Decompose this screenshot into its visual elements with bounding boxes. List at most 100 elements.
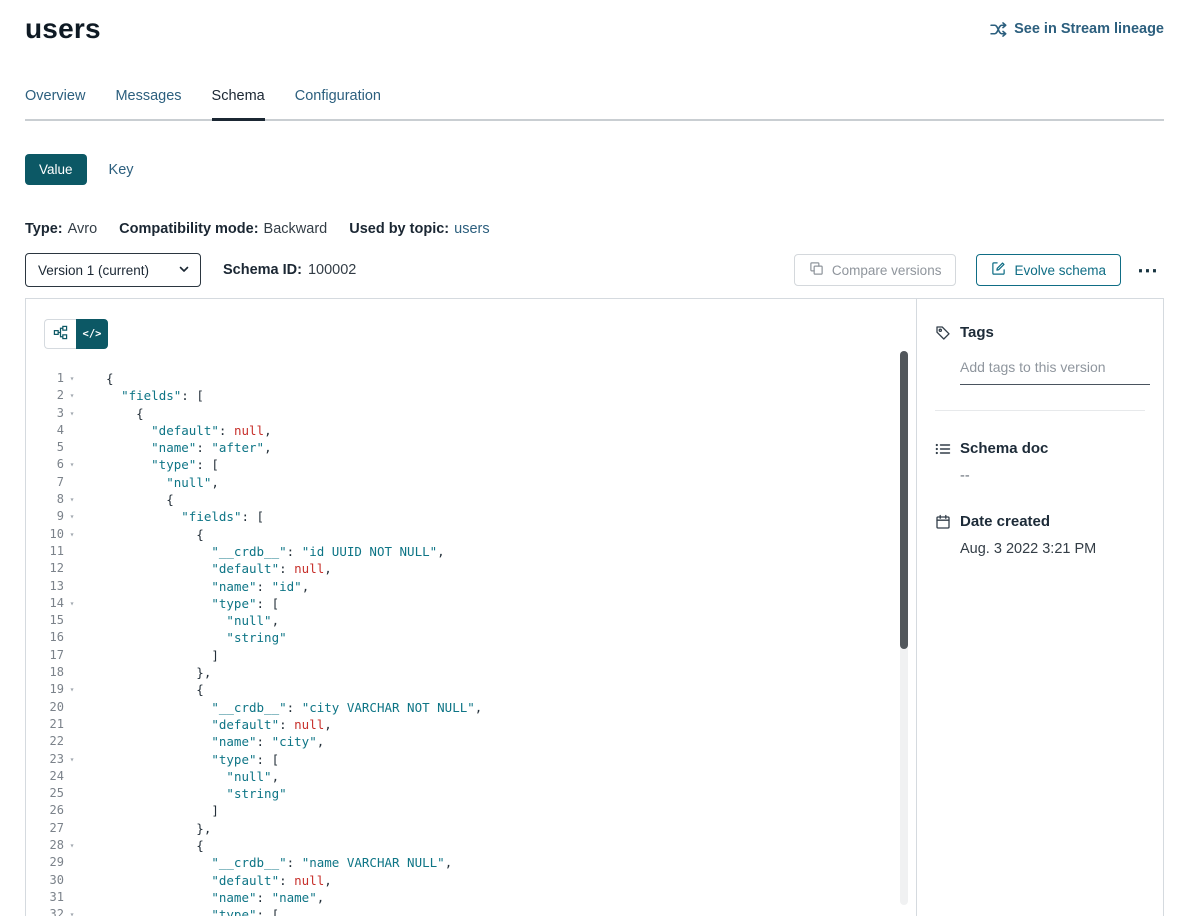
line-number: 2	[26, 387, 64, 404]
date-created-title: Date created	[960, 513, 1050, 530]
evolve-schema-button[interactable]: Evolve schema	[976, 254, 1121, 286]
code-text: "fields": [	[106, 387, 204, 404]
code-view-button[interactable]: </>	[76, 319, 108, 349]
fold-toggle-icon[interactable]: ▾	[64, 906, 80, 916]
line-number: 29	[26, 854, 64, 871]
code-line: 5 "name": "after",	[26, 439, 916, 456]
version-select-value: Version 1 (current)	[38, 263, 149, 278]
schema-doc-section: Schema doc --	[935, 440, 1145, 484]
used-by-topic-label: Used by topic:	[349, 221, 449, 237]
code-line: 30 "default": null,	[26, 872, 916, 889]
code-line: 20 "__crdb__": "city VARCHAR NOT NULL",	[26, 699, 916, 716]
line-number: 18	[26, 664, 64, 681]
fold-toggle-icon[interactable]: ▾	[64, 387, 80, 404]
code-line: 22 "name": "city",	[26, 733, 916, 750]
tag-icon	[935, 325, 951, 341]
code-line: 14▾ "type": [	[26, 595, 916, 612]
code-text: ]	[106, 802, 219, 819]
add-tags-input[interactable]	[960, 357, 1150, 385]
code-line: 16 "string"	[26, 629, 916, 646]
schema-doc-value: --	[960, 468, 1145, 484]
tags-heading: Tags	[935, 324, 1145, 341]
line-number: 5	[26, 439, 64, 456]
topic-link[interactable]: users	[454, 221, 489, 237]
fold-spacer	[64, 733, 80, 750]
fold-spacer	[64, 578, 80, 595]
tab-messages[interactable]: Messages	[115, 88, 181, 119]
line-number: 12	[26, 560, 64, 577]
line-number: 32	[26, 906, 64, 916]
date-created-section: Date created Aug. 3 2022 3:21 PM	[935, 513, 1145, 557]
schema-id-value: 100002	[308, 262, 356, 278]
line-number: 11	[26, 543, 64, 560]
code-text: "__crdb__": "name VARCHAR NULL",	[106, 854, 452, 871]
code-text: "type": [	[106, 906, 279, 916]
code-line: 18 },	[26, 664, 916, 681]
code-text: "default": null,	[106, 560, 332, 577]
fold-toggle-icon[interactable]: ▾	[64, 508, 80, 525]
fold-toggle-icon[interactable]: ▾	[64, 751, 80, 768]
schema-page: users See in Stream lineage Overview Mes…	[0, 0, 1189, 916]
code-lines: 1▾{2▾ "fields": [3▾ {4 "default": null,5…	[26, 370, 916, 916]
line-number: 31	[26, 889, 64, 906]
code-text: "string"	[106, 785, 287, 802]
code-line: 7 "null",	[26, 474, 916, 491]
editor-scrollbar[interactable]	[900, 351, 908, 905]
tab-schema[interactable]: Schema	[212, 88, 265, 119]
fold-spacer	[64, 474, 80, 491]
key-toggle-button[interactable]: Key	[109, 162, 134, 178]
fold-spacer	[64, 889, 80, 906]
schema-doc-title: Schema doc	[960, 440, 1048, 457]
fold-spacer	[64, 716, 80, 733]
code-line: 4 "default": null,	[26, 422, 916, 439]
type-label: Type:	[25, 221, 63, 237]
tab-bar: Overview Messages Schema Configuration	[25, 88, 1164, 121]
fold-spacer	[64, 647, 80, 664]
line-number: 25	[26, 785, 64, 802]
code-text: "name": "after",	[106, 439, 272, 456]
tree-view-button[interactable]	[44, 319, 76, 349]
list-lines-icon	[935, 441, 951, 457]
code-line: 12 "default": null,	[26, 560, 916, 577]
line-number: 6	[26, 456, 64, 473]
fold-toggle-icon[interactable]: ▾	[64, 405, 80, 422]
code-line: 15 "null",	[26, 612, 916, 629]
fold-toggle-icon[interactable]: ▾	[64, 681, 80, 698]
line-number: 20	[26, 699, 64, 716]
version-select[interactable]: Version 1 (current)	[25, 253, 201, 287]
code-text: {	[106, 370, 114, 387]
code-line: 10▾ {	[26, 526, 916, 543]
scrollbar-thumb[interactable]	[900, 351, 908, 649]
fold-toggle-icon[interactable]: ▾	[64, 526, 80, 543]
compare-versions-button[interactable]: Compare versions	[794, 254, 957, 286]
line-number: 8	[26, 491, 64, 508]
fold-spacer	[64, 699, 80, 716]
more-actions-button[interactable]: ⋯	[1131, 258, 1164, 283]
fold-toggle-icon[interactable]: ▾	[64, 595, 80, 612]
sidebar-divider	[935, 410, 1145, 411]
fold-spacer	[64, 612, 80, 629]
code-text: "fields": [	[106, 508, 264, 525]
code-text: "string"	[106, 629, 287, 646]
fold-toggle-icon[interactable]: ▾	[64, 491, 80, 508]
evolve-schema-label: Evolve schema	[1014, 263, 1106, 278]
code-line: 11 "__crdb__": "id UUID NOT NULL",	[26, 543, 916, 560]
code-view-icon: </>	[83, 328, 102, 340]
fold-toggle-icon[interactable]: ▾	[64, 837, 80, 854]
line-number: 3	[26, 405, 64, 422]
fold-toggle-icon[interactable]: ▾	[64, 370, 80, 387]
compatibility-label: Compatibility mode:	[119, 221, 258, 237]
fold-toggle-icon[interactable]: ▾	[64, 456, 80, 473]
value-toggle-button[interactable]: Value	[25, 154, 87, 185]
fold-spacer	[64, 802, 80, 819]
code-line: 29 "__crdb__": "name VARCHAR NULL",	[26, 854, 916, 871]
tab-configuration[interactable]: Configuration	[295, 88, 381, 119]
stream-lineage-link[interactable]: See in Stream lineage	[990, 21, 1164, 38]
code-line: 23▾ "type": [	[26, 751, 916, 768]
fold-spacer	[64, 820, 80, 837]
schema-card: </> 1▾{2▾ "fields": [3▾ {4 "default": nu…	[25, 298, 1164, 916]
code-text: "name": "city",	[106, 733, 324, 750]
tags-section: Tags	[935, 324, 1145, 385]
tab-overview[interactable]: Overview	[25, 88, 85, 119]
line-number: 19	[26, 681, 64, 698]
